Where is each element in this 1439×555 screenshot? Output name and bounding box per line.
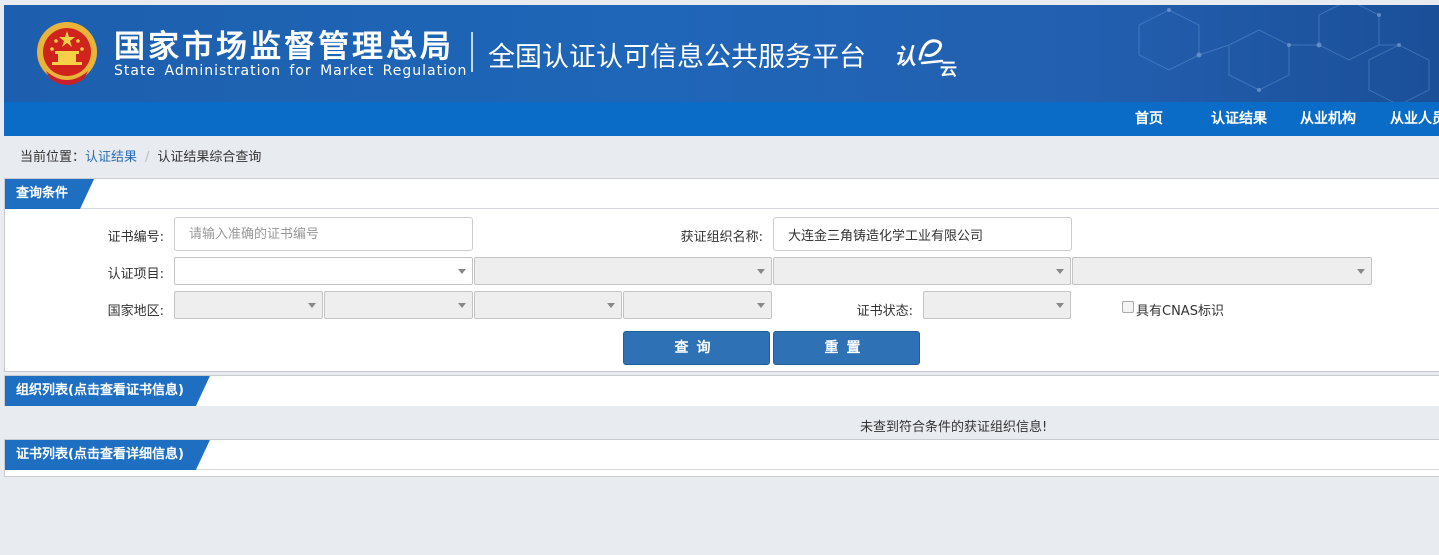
- breadcrumb: 当前位置：认证结果 / 认证结果综合查询: [20, 146, 261, 165]
- platform-title: 全国认证认可信息公共服务平台: [488, 42, 866, 73]
- org-name-cn: 国家市场监督管理总局: [114, 29, 454, 65]
- logo-sub-text: 云: [940, 60, 957, 80]
- org-list-panel-title: 组织列表(点击查看证书信息): [5, 376, 210, 406]
- org-name-input[interactable]: [773, 217, 1072, 251]
- chevron-down-icon: [757, 303, 765, 308]
- status-label: 证书状态:: [856, 304, 913, 319]
- project-select-1[interactable]: [174, 257, 473, 285]
- nav-item-institutions[interactable]: 从业机构: [1300, 102, 1356, 136]
- nav-item-practitioners[interactable]: 从业人员: [1390, 102, 1439, 136]
- nav-item-home[interactable]: 首页: [1135, 102, 1163, 136]
- chevron-down-icon: [1056, 303, 1064, 308]
- org-list-empty-message: 未查到符合条件的获证组织信息!: [860, 420, 1048, 435]
- cnas-label: 具有CNAS标识: [1136, 304, 1224, 319]
- query-panel-header: 查询条件: [5, 179, 1439, 209]
- project-select-4[interactable]: [1072, 257, 1372, 285]
- cert-no-input[interactable]: [174, 217, 473, 251]
- org-list-panel: 组织列表(点击查看证书信息): [4, 375, 1439, 406]
- national-emblem-icon: [37, 22, 97, 85]
- nav-item-cert-results[interactable]: 认证结果: [1211, 102, 1267, 136]
- chevron-down-icon: [308, 303, 316, 308]
- org-name-label: 获证组织名称:: [680, 230, 763, 245]
- region-select-3[interactable]: [474, 291, 622, 319]
- project-select-3[interactable]: [773, 257, 1071, 285]
- cert-list-panel: 证书列表(点击查看详细信息): [4, 439, 1439, 477]
- breadcrumb-separator: /: [145, 150, 150, 165]
- region-label: 国家地区:: [107, 304, 164, 319]
- region-select-4[interactable]: [623, 291, 772, 319]
- chevron-down-icon: [607, 303, 615, 308]
- renyun-logo-icon: 认 云: [894, 35, 962, 85]
- header-divider: [471, 32, 473, 72]
- chevron-down-icon: [458, 269, 466, 274]
- cnas-checkbox[interactable]: [1122, 301, 1134, 313]
- region-select-2[interactable]: [324, 291, 473, 319]
- chevron-down-icon: [1357, 269, 1365, 274]
- cert-list-panel-title: 证书列表(点击查看详细信息): [5, 440, 210, 470]
- cert-list-panel-header: 证书列表(点击查看详细信息): [5, 440, 1439, 470]
- breadcrumb-prefix: 当前位置：: [20, 150, 86, 165]
- status-select[interactable]: [923, 291, 1071, 319]
- search-button[interactable]: 查询: [623, 331, 770, 365]
- project-label: 认证项目:: [107, 267, 164, 282]
- org-list-panel-header: 组织列表(点击查看证书信息): [5, 376, 1439, 406]
- breadcrumb-current: 认证结果综合查询: [157, 150, 262, 165]
- project-select-2[interactable]: [474, 257, 772, 285]
- logo-text: 认: [894, 44, 917, 70]
- site-header: 国家市场监督管理总局 State Administration for Mark…: [4, 5, 1439, 102]
- breadcrumb-link-cert-results[interactable]: 认证结果: [85, 150, 137, 165]
- reset-button[interactable]: 重置: [773, 331, 920, 365]
- chevron-down-icon: [1056, 269, 1064, 274]
- main-nav: 首页 认证结果 从业机构 从业人员: [4, 102, 1439, 136]
- org-name-en: State Administration for Market Regulati…: [114, 63, 468, 79]
- network-pattern-decoration: [1138, 5, 1430, 102]
- query-panel-title: 查询条件: [5, 179, 94, 209]
- chevron-down-icon: [458, 303, 466, 308]
- region-select-1[interactable]: [174, 291, 323, 319]
- chevron-down-icon: [757, 269, 765, 274]
- cert-no-label: 证书编号:: [107, 230, 164, 245]
